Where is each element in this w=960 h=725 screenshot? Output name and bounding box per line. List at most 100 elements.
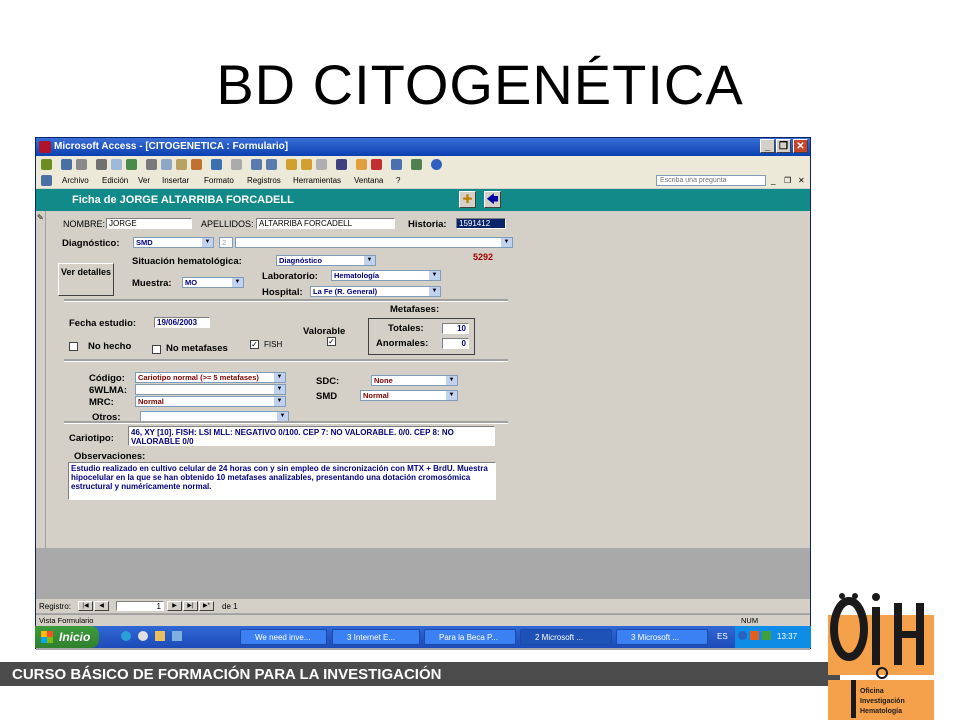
- historia-label: Historia:: [408, 219, 447, 230]
- first-record-button[interactable]: |◀: [78, 601, 93, 611]
- menu-minimize-icon[interactable]: _: [771, 176, 775, 185]
- save-icon[interactable]: [61, 159, 72, 170]
- no-metafases-checkbox[interactable]: [152, 345, 161, 354]
- chevron-down-icon: ▼: [277, 412, 288, 421]
- media-quicklaunch-icon[interactable]: [138, 631, 148, 641]
- smd-label: SMD: [316, 391, 338, 402]
- pencil-icon: ✎: [37, 213, 44, 222]
- back-arrow-button[interactable]: 🡄: [484, 191, 501, 208]
- menu-restore-icon[interactable]: ❐: [784, 176, 791, 185]
- muestra-label: Muestra:: [132, 278, 172, 289]
- format-painter-icon[interactable]: [191, 159, 202, 170]
- codigo-label: Código:: [89, 373, 125, 384]
- search-icon[interactable]: [76, 159, 87, 170]
- ie-quicklaunch-icon[interactable]: [121, 631, 131, 641]
- close-button[interactable]: ✕: [793, 139, 808, 153]
- help-icon[interactable]: [431, 159, 442, 170]
- valorable-checkbox[interactable]: ✓: [327, 337, 336, 346]
- ask-question-input[interactable]: [656, 175, 766, 186]
- add-record-button[interactable]: ✚: [459, 191, 476, 208]
- totales-field[interactable]: 10: [442, 323, 469, 334]
- form-title: Ficha de JORGE ALTARRIBA FORCADELL: [72, 194, 294, 206]
- menu-registros[interactable]: Registros: [247, 176, 281, 185]
- menu-archivo[interactable]: Archivo: [62, 176, 89, 185]
- diagnostico-secondary-dropdown[interactable]: ▼: [235, 237, 513, 248]
- menu-ver[interactable]: Ver: [138, 176, 150, 185]
- citogenetica-form: Ficha de JORGE ALTARRIBA FORCADELL ✚ 🡄 ✎…: [36, 189, 810, 650]
- anormales-field[interactable]: 0: [442, 338, 469, 349]
- back-tray-icon[interactable]: [738, 631, 747, 640]
- taskbar-item-microsoft-3[interactable]: 3 Microsoft ...: [616, 629, 708, 645]
- menu-edicion[interactable]: Edición: [102, 176, 128, 185]
- find-icon[interactable]: [336, 159, 347, 170]
- observaciones-field[interactable]: Estudio realizado en cultivo celular de …: [68, 462, 496, 500]
- tray-app-icon[interactable]: [750, 631, 759, 640]
- taskbar-item-microsoft-2[interactable]: 2 Microsoft ...: [520, 629, 612, 645]
- mrc-dropdown[interactable]: Normal ▼: [135, 396, 286, 407]
- apply-filter-icon[interactable]: [316, 159, 327, 170]
- taskbar-item-internet[interactable]: 3 Internet E...: [332, 629, 420, 645]
- language-indicator[interactable]: ES: [717, 632, 728, 641]
- situacion-dropdown[interactable]: Diagnóstico ▼: [276, 255, 376, 266]
- maximize-button[interactable]: ❐: [776, 139, 791, 153]
- muestra-dropdown[interactable]: MO ▼: [182, 277, 244, 288]
- new-record-nav-button[interactable]: ▶*: [199, 601, 214, 611]
- nombre-field[interactable]: JORGE: [106, 218, 192, 229]
- taskbar-item-folder[interactable]: Para la Beca P...: [424, 629, 516, 645]
- swlma-dropdown[interactable]: ▼: [135, 384, 286, 395]
- network-tray-icon[interactable]: [762, 631, 771, 640]
- apellidos-label: APELLIDOS:: [201, 219, 254, 229]
- record-selector[interactable]: ✎: [36, 211, 46, 599]
- laboratorio-dropdown[interactable]: Hematología ▼: [331, 270, 441, 281]
- sdc-dropdown[interactable]: None ▼: [371, 375, 458, 386]
- ver-detalles-button[interactable]: Ver detalles: [58, 263, 114, 296]
- taskbar-item-word[interactable]: We need inve...: [240, 629, 327, 645]
- copy-icon[interactable]: [161, 159, 172, 170]
- start-button[interactable]: Inicio: [35, 626, 99, 648]
- menu-herramientas[interactable]: Herramientas: [293, 176, 341, 185]
- fish-checkbox[interactable]: ✓: [250, 340, 259, 349]
- spelling-icon[interactable]: [126, 159, 137, 170]
- database-window-icon[interactable]: [411, 159, 422, 170]
- smd-dropdown[interactable]: Normal ▼: [360, 390, 458, 401]
- menu-insertar[interactable]: Insertar: [162, 176, 189, 185]
- filter-by-selection-icon[interactable]: [286, 159, 297, 170]
- hyperlink-icon[interactable]: [231, 159, 242, 170]
- record-number-field[interactable]: 1: [116, 601, 164, 611]
- print-icon[interactable]: [96, 159, 107, 170]
- footer-course-title: CURSO BÁSICO DE FORMACIÓN PARA LA INVEST…: [12, 666, 442, 683]
- access-app-icon: [39, 141, 51, 153]
- filter-by-form-icon[interactable]: [301, 159, 312, 170]
- hospital-dropdown[interactable]: La Fe (R. General) ▼: [310, 286, 441, 297]
- desktop-quicklaunch-icon[interactable]: [155, 631, 165, 641]
- minimize-button[interactable]: _: [760, 139, 775, 153]
- cut-icon[interactable]: [146, 159, 157, 170]
- outlook-quicklaunch-icon[interactable]: [172, 631, 182, 641]
- design-view-icon[interactable]: [41, 159, 52, 170]
- diagnostico-dropdown[interactable]: SMD ▼: [133, 237, 214, 248]
- chevron-down-icon: ▼: [501, 238, 512, 247]
- prev-record-button[interactable]: ◀: [94, 601, 109, 611]
- new-record-icon[interactable]: [356, 159, 367, 170]
- historia-field[interactable]: 1591412: [456, 218, 506, 229]
- no-hecho-checkbox[interactable]: [69, 342, 78, 351]
- sort-descending-icon[interactable]: [266, 159, 277, 170]
- undo-icon[interactable]: [211, 159, 222, 170]
- apellidos-field[interactable]: ALTARRIBA FORCADELL: [256, 218, 395, 229]
- menu-close-icon[interactable]: ✕: [798, 176, 805, 185]
- chevron-down-icon: ▼: [202, 238, 213, 247]
- fecha-estudio-field[interactable]: 19/06/2003: [154, 317, 210, 328]
- last-record-button[interactable]: ▶|: [183, 601, 198, 611]
- paste-icon[interactable]: [176, 159, 187, 170]
- menu-help[interactable]: ?: [396, 176, 400, 185]
- menu-formato[interactable]: Formato: [204, 176, 234, 185]
- print-preview-icon[interactable]: [111, 159, 122, 170]
- delete-record-icon[interactable]: [371, 159, 382, 170]
- next-record-button[interactable]: ▶: [167, 601, 182, 611]
- status-num: NUM: [741, 616, 759, 625]
- sort-ascending-icon[interactable]: [251, 159, 262, 170]
- menu-ventana[interactable]: Ventana: [354, 176, 383, 185]
- codigo-dropdown[interactable]: Cariotipo normal (>= 5 metafases) ▼: [135, 372, 286, 383]
- properties-icon[interactable]: [391, 159, 402, 170]
- cariotipo-field[interactable]: 46, XY [10]. FISH: LSI MLL: NEGATIVO 0/1…: [128, 426, 495, 446]
